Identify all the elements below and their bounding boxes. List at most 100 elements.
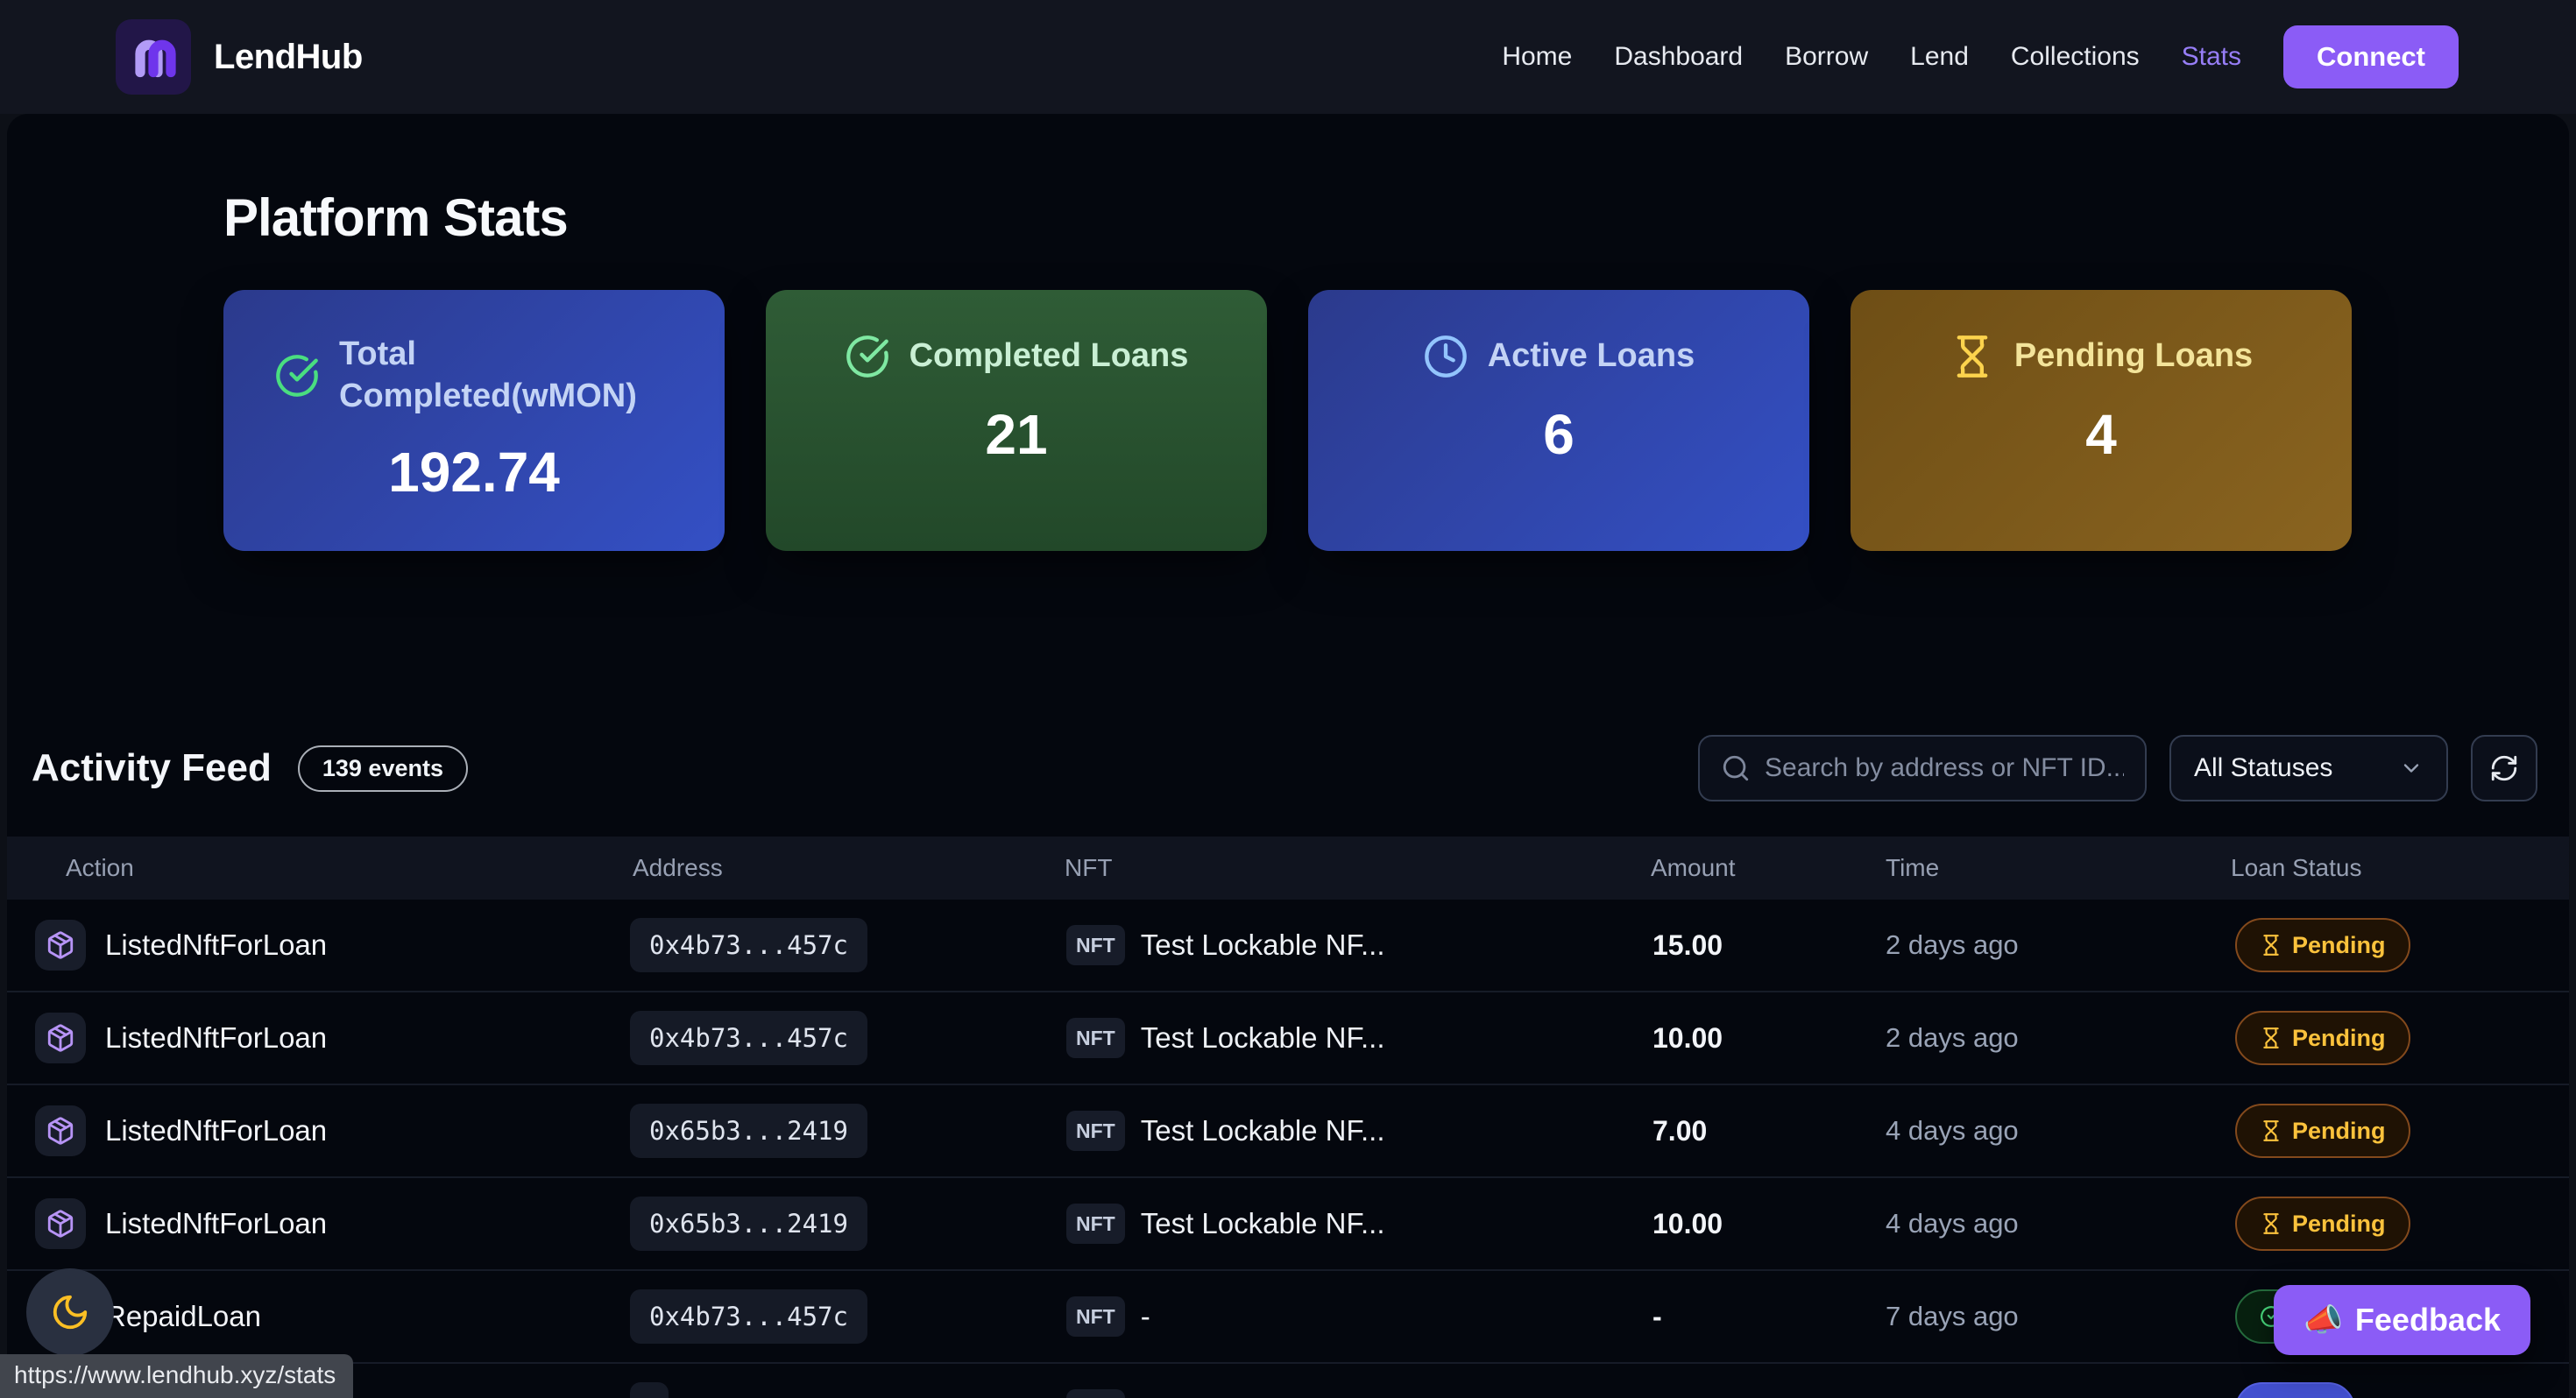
loan-status-badge: Pending: [2235, 918, 2410, 972]
loan-status-label: Pending: [2292, 932, 2386, 959]
stats-cards: Total Completed(wMON) 192.74 Completed Loa…: [223, 290, 2353, 551]
stat-card-value: 192.74: [258, 440, 690, 505]
page-title: Platform Stats: [223, 187, 2353, 248]
brand[interactable]: LendHub: [116, 19, 363, 95]
activity-feed-section: Activity Feed 139 events All Statuses: [7, 735, 2569, 1398]
action-label: ListedNftForLoan: [105, 1021, 327, 1055]
nft-badge: NFT: [1066, 1204, 1125, 1244]
nav-link-home[interactable]: Home: [1502, 42, 1572, 72]
feedback-label: Feedback: [2355, 1302, 2501, 1338]
address-chip: 0x65b3...2419: [630, 1104, 867, 1158]
address-chip: 0x4b73...457c: [630, 1011, 867, 1065]
table-body: ListedNftForLoan 0x4b73...457c NFT Test Loc…: [7, 900, 2569, 1398]
brand-name: LendHub: [214, 38, 363, 77]
table-row[interactable]: RepaidLoan0x4b73...457cNFT--7 days agoCo…: [7, 1271, 2569, 1364]
hourglass-icon: [1950, 334, 1995, 379]
loan-status-badge: Pending: [2235, 1011, 2410, 1065]
loan-status-label: Pending: [2292, 1025, 2386, 1052]
action-label: RepaidLoan: [105, 1300, 261, 1333]
stat-card-value: 4: [1886, 402, 2317, 467]
nft-name: Test Lockable NF...: [1141, 1021, 1385, 1055]
stat-card: Active Loans 6: [1308, 290, 1809, 551]
dark-mode-toggle[interactable]: [26, 1268, 114, 1356]
stat-card-value: 21: [801, 402, 1232, 467]
nft-badge: NFT: [1066, 1296, 1125, 1337]
loan-status-label: Pending: [2292, 1211, 2386, 1238]
chevron-down-icon: [2399, 756, 2424, 780]
lendhub-stats-page: LendHub Home Dashboard Borrow Lend Collectio…: [0, 0, 2576, 1398]
table-row[interactable]: ListedNftForLoan0x4b73...457cNFTTest Loc…: [7, 992, 2569, 1085]
nft-badge: NFT: [1066, 1111, 1125, 1151]
time-ago: 4 days ago: [1879, 1208, 2019, 1239]
search-icon: [1721, 753, 1751, 783]
navbar: LendHub Home Dashboard Borrow Lend Collectio…: [0, 0, 2576, 114]
connect-wallet-button[interactable]: Connect: [2283, 25, 2459, 88]
address-chip: 0x65b3...2419: [630, 1197, 867, 1251]
amount-value: 10.00: [1644, 1208, 1723, 1240]
nft-name: Test Lockable NF...: [1141, 928, 1385, 962]
nav-menu: HomeDashboardBorrowLendCollectionsStats …: [1502, 25, 2459, 88]
check-circle-icon: [274, 353, 320, 399]
nav-link-dashboard[interactable]: Dashboard: [1614, 42, 1743, 72]
moon-icon: [50, 1292, 90, 1332]
nav-link-lend[interactable]: Lend: [1910, 42, 1969, 72]
nav-link-collections[interactable]: Collections: [2011, 42, 2140, 72]
hourglass-icon: [2260, 934, 2282, 957]
stat-card: Pending Loans 4: [1851, 290, 2352, 551]
action-label: ListedNftForLoan: [105, 928, 327, 962]
megaphone-icon: 📣: [2304, 1302, 2343, 1338]
nft-badge: NFT: [1066, 1389, 1125, 1398]
status-bar-url: https://www.lendhub.xyz/stats: [0, 1354, 353, 1398]
search-input[interactable]: [1765, 753, 2124, 783]
status-filter-value: All Statuses: [2194, 753, 2332, 783]
column-header: Loan Status: [2224, 854, 2569, 882]
time-ago: 7 days ago: [1879, 1301, 2019, 1332]
stat-card-value: 6: [1343, 402, 1774, 467]
amount-value: -: [1644, 1301, 1662, 1333]
nft-badge: NFT: [1066, 925, 1125, 965]
address-chip: 0x4b73...457c: [630, 1289, 867, 1344]
loan-status-badge: Pending: [2235, 1197, 2410, 1251]
status-filter-select[interactable]: All Statuses: [2169, 735, 2448, 801]
stat-card-label: Total Completed(wMON): [339, 334, 646, 417]
column-header: Time: [1879, 854, 2224, 882]
clock-icon: [1423, 334, 1468, 379]
amount-value: 15.00: [1644, 929, 1723, 962]
table-row[interactable]: ListedNftForLoan 0x65b3...2419 NFT Test Loc…: [7, 1178, 2569, 1271]
hourglass-icon: [2260, 1212, 2282, 1235]
loan-status-badge: Pending: [2235, 1104, 2410, 1158]
time-ago: 2 days ago: [1879, 929, 2019, 961]
time-ago: 4 days ago: [1879, 1115, 2019, 1147]
stat-card-label: Pending Loans: [2014, 335, 2253, 378]
package-icon: [35, 1105, 86, 1156]
action-label: ListedNftForLoan: [105, 1114, 327, 1147]
table-row[interactable]: ListedNftForLoan0x4b73...457cNFTTest Loc…: [7, 900, 2569, 992]
check-circle-icon: [845, 334, 890, 379]
time-ago: 2 days ago: [1879, 1022, 2019, 1054]
nft-name: Test Lockable NF...: [1141, 1114, 1385, 1147]
activity-feed-title: Activity Feed: [32, 746, 272, 790]
feedback-button[interactable]: 📣 Feedback: [2274, 1285, 2530, 1355]
loan-status-label: Pending: [2292, 1118, 2386, 1145]
package-icon: [35, 920, 86, 971]
stat-card-label: Completed Loans: [909, 335, 1189, 378]
nft-name: Test Lockable NF...: [1141, 1207, 1385, 1240]
stat-card: Total Completed(wMON) 192.74: [223, 290, 725, 551]
nav-link-stats[interactable]: Stats: [2182, 42, 2241, 72]
hourglass-icon: [2260, 1119, 2282, 1142]
table-row[interactable]: NFT Active: [7, 1364, 2569, 1398]
loan-status-badge: Active: [2235, 1382, 2355, 1398]
refresh-button[interactable]: [2471, 735, 2537, 801]
column-header: Address: [626, 854, 1058, 882]
address-chip: [630, 1382, 669, 1398]
table-header: ActionAddressNFTAmountTimeLoan Status: [7, 837, 2569, 900]
package-icon: [35, 1013, 86, 1063]
stat-card: Completed Loans 21: [766, 290, 1267, 551]
nav-link-borrow[interactable]: Borrow: [1785, 42, 1868, 72]
nft-name: -: [1141, 1300, 1150, 1333]
stat-card-label: Active Loans: [1488, 335, 1695, 378]
platform-stats-section: Platform Stats Total Completed(wMON) 192.…: [7, 114, 2569, 695]
refresh-icon: [2489, 753, 2519, 783]
table-row[interactable]: ListedNftForLoan 0x65b3...2419 NFT Test Loc…: [7, 1085, 2569, 1178]
action-label: ListedNftForLoan: [105, 1207, 327, 1240]
